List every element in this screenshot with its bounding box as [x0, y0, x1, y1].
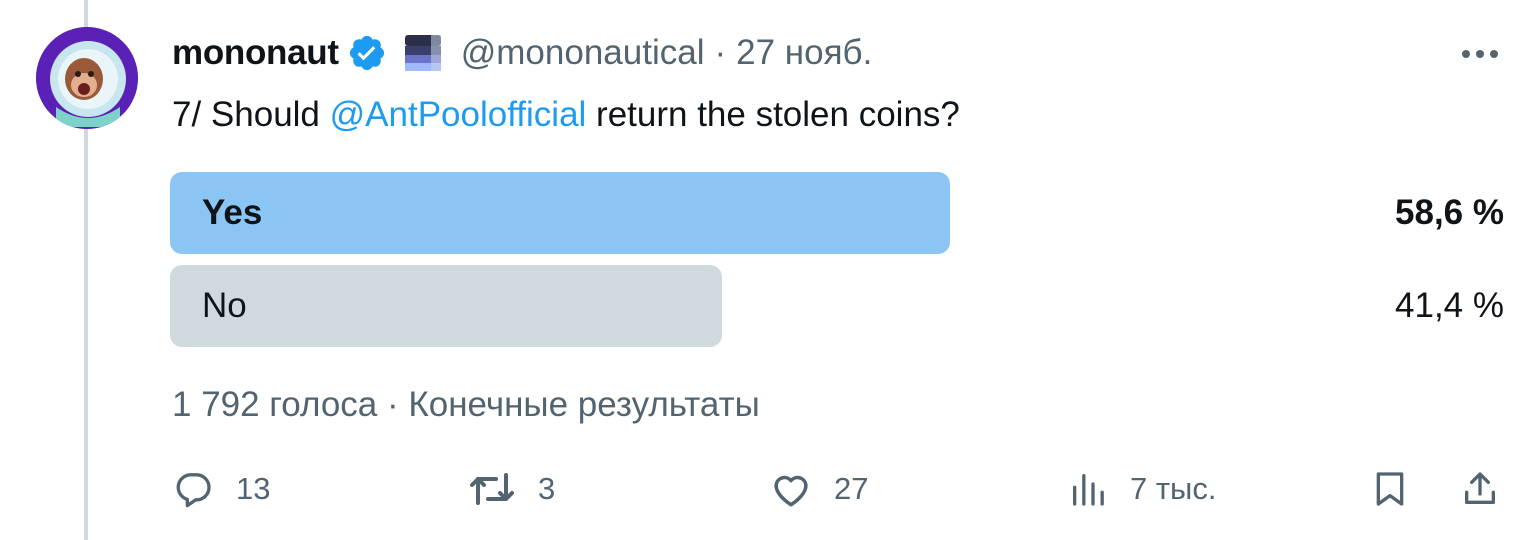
bookmark-button[interactable]: [1370, 466, 1410, 512]
separator: ·: [714, 33, 727, 72]
poll-votes: 1 792 голоса: [172, 385, 378, 424]
poll-option-yes: Yes 58,6 %: [170, 172, 1504, 254]
share-button[interactable]: [1460, 466, 1500, 512]
poll-status: Конечные результаты: [408, 385, 760, 424]
poll-option-percent: 41,4 %: [1395, 286, 1504, 325]
like-icon: [774, 475, 808, 507]
user-handle[interactable]: @mononautical: [461, 33, 705, 73]
tweet-text: 7/ Should @AntPoolofficial return the st…: [172, 94, 960, 136]
display-name[interactable]: mononaut: [172, 33, 339, 73]
share-icon: [1465, 472, 1495, 504]
like-button[interactable]: 27: [770, 466, 868, 512]
mention-link[interactable]: @AntPoolofficial: [330, 95, 587, 134]
poll-bar-yes: [170, 172, 950, 254]
avatar[interactable]: [36, 27, 138, 129]
poll-option-no: No 41,4 %: [170, 265, 1504, 347]
tweet-text-before: 7/ Should: [172, 95, 330, 134]
reply-icon: [176, 473, 211, 508]
poll-option-label: Yes: [202, 193, 263, 232]
bookmark-icon: [1376, 472, 1404, 506]
tweet-text-after: return the stolen coins?: [586, 95, 960, 134]
reply-button[interactable]: 13: [174, 466, 270, 512]
poll-meta: 1 792 голоса · Конечные результаты: [172, 384, 760, 426]
views-icon: [1073, 474, 1104, 506]
separator: ·: [386, 385, 399, 424]
tweet-header: mononaut @mononautical · 27 нояб.: [172, 30, 872, 76]
more-icon[interactable]: [1456, 34, 1504, 74]
verified-badge-icon[interactable]: [347, 33, 387, 73]
poll-option-percent: 58,6 %: [1395, 193, 1504, 232]
tweet-date[interactable]: 27 нояб.: [736, 33, 872, 73]
poll: Yes 58,6 % No 41,4 %: [170, 172, 1504, 358]
repost-icon: [470, 473, 514, 505]
poll-bar-no: [170, 265, 722, 347]
action-bar: 13 3 27 7 тыс.: [170, 466, 1506, 512]
views-button[interactable]: 7 тыс.: [1068, 466, 1216, 512]
repost-count: 3: [538, 471, 556, 506]
repost-button[interactable]: 3: [468, 466, 555, 512]
views-count: 7 тыс.: [1130, 471, 1217, 506]
poll-option-label: No: [202, 286, 247, 325]
flag-icon: [403, 33, 443, 73]
like-count: 27: [834, 471, 869, 506]
reply-count: 13: [236, 471, 271, 506]
